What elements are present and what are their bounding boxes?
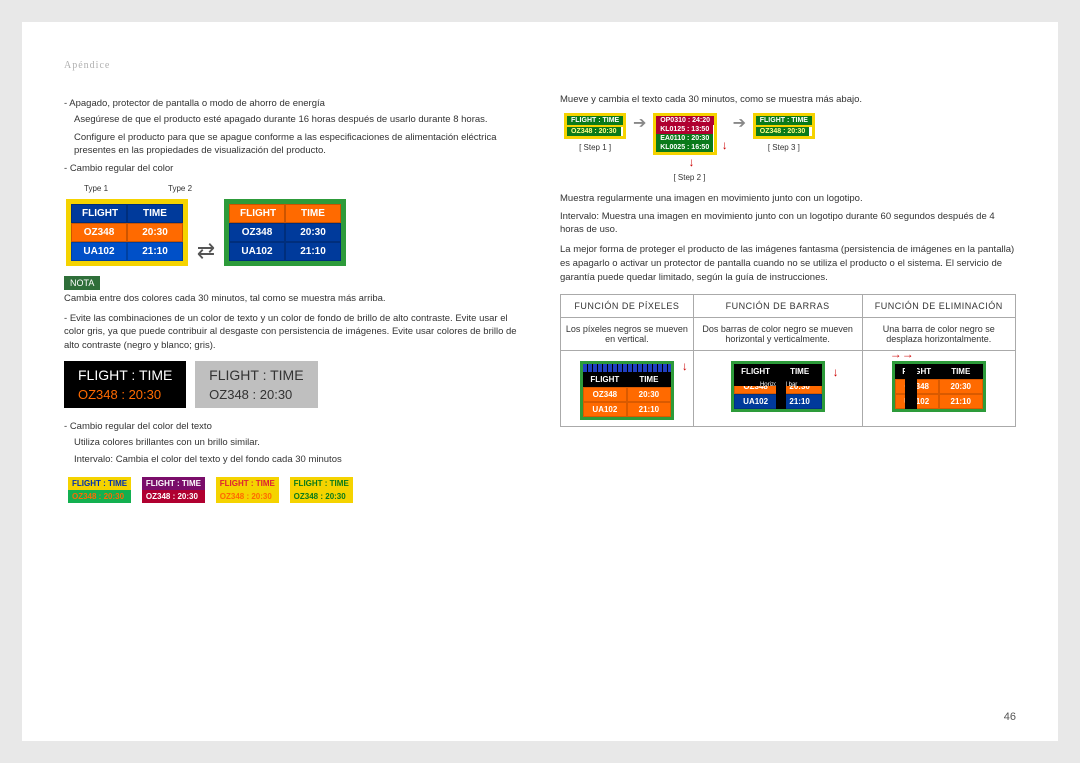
- mini-board-elim: FLIGHTTIME OZ34820:30 UA10221:10: [892, 361, 986, 412]
- mini-board-pixels: FLIGHTTIME OZ34820:30 UA10221:10: [580, 361, 674, 420]
- bullet-avoid-contrast: Evite las combinaciones de un color de t…: [64, 312, 520, 353]
- th-elim: FUNCIÓN DE ELIMINACIÓN: [862, 295, 1016, 318]
- best-protection: La mejor forma de proteger el producto d…: [560, 243, 1016, 284]
- step3: FLIGHT : TIME OZ348 : 20:30 [ Step 3 ]: [753, 113, 815, 152]
- bullet-color-change: Cambio regular del color: [64, 162, 520, 176]
- step1: FLIGHT : TIME OZ348 : 20:30 [ Step 1 ]: [564, 113, 626, 152]
- arrow-down-icon: ↓: [682, 359, 688, 373]
- small-sch-1: FLIGHT : TIME OZ348 : 20:30: [68, 477, 131, 503]
- example-grey: FLIGHT : TIME OZ348 : 20:30: [195, 361, 317, 408]
- bars-illustration: FLIGHTTIME Horizontal bar OZ34820:30 UA1…: [693, 351, 862, 427]
- left-column: Apagado, protector de pantalla o modo de…: [64, 93, 520, 507]
- td-elim: Una barra de color negro se desplaza hor…: [862, 318, 1016, 351]
- arrow-right-icon: →→: [890, 347, 914, 361]
- step2-board: OP0310 : 24:20 KL0125 : 13:50 EA0110 : 2…: [653, 113, 717, 155]
- elim-bar: [905, 364, 917, 409]
- sub-interval: Intervalo: Cambia el color del texto y d…: [74, 453, 520, 467]
- arrow-down-icon: ↓: [833, 365, 839, 379]
- page-number: 46: [1004, 711, 1016, 723]
- small-schedule-row: FLIGHT : TIME OZ348 : 20:30 FLIGHT : TIM…: [64, 473, 520, 507]
- sub-power-spec: Configure el producto para que se apague…: [74, 131, 520, 159]
- small-sch-3: FLIGHT : TIME OZ348 : 20:30: [216, 477, 279, 503]
- right-column: Mueve y cambia el texto cada 30 minutos,…: [560, 93, 1016, 507]
- section-heading: Apéndice: [64, 60, 1016, 71]
- example-black: FLIGHT : TIME OZ348 : 20:30: [64, 361, 186, 408]
- td-bars: Dos barras de color negro se mueven hori…: [693, 318, 862, 351]
- vertical-bar: [776, 364, 786, 409]
- step1-board: FLIGHT : TIME OZ348 : 20:30: [564, 113, 626, 139]
- small-sch-2: FLIGHT : TIME OZ348 : 20:30: [142, 477, 205, 503]
- step3-board: FLIGHT : TIME OZ348 : 20:30: [753, 113, 815, 139]
- step2: OP0310 : 24:20 KL0125 : 13:50 EA0110 : 2…: [653, 113, 726, 182]
- td-pixels: Los píxeles negros se mueven en vertical…: [561, 318, 694, 351]
- arrow-right-icon-2: ➔: [733, 115, 746, 132]
- schedule-compare: FLIGHTTIME OZ34820:30 UA10221:10 ⇄ FLIGH…: [64, 197, 520, 268]
- bullet-power-off: Apagado, protector de pantalla o modo de…: [64, 97, 520, 111]
- arrow-right-icon: ➔: [633, 115, 646, 132]
- th-pixels: FUNCIÓN DE PÍXELES: [561, 295, 694, 318]
- functions-table: FUNCIÓN DE PÍXELES FUNCIÓN DE BARRAS FUN…: [560, 294, 1016, 427]
- schedule-type2: FLIGHTTIME OZ34820:30 UA10221:10: [224, 199, 346, 266]
- bullet-text-color: Cambio regular del color del texto: [64, 420, 520, 434]
- elim-illustration: →→ FLIGHTTIME OZ34820:30 UA10221:10: [862, 351, 1016, 427]
- type-labels: Type 1 Type 2: [84, 184, 520, 193]
- two-column-layout: Apagado, protector de pantalla o modo de…: [64, 93, 1016, 507]
- manual-page: Apéndice Apagado, protector de pantalla …: [22, 22, 1058, 741]
- moving-image-interval: Intervalo: Muestra una imagen en movimie…: [560, 210, 1016, 238]
- contrast-examples: FLIGHT : TIME OZ348 : 20:30 FLIGHT : TIM…: [64, 355, 520, 410]
- moving-image-desc: Muestra regularmente una imagen en movim…: [560, 192, 1016, 206]
- nota-tag: NOTA: [64, 276, 100, 290]
- swap-arrow-icon: ⇄: [197, 238, 215, 264]
- nota-text: Cambia entre dos colores cada 30 minutos…: [64, 292, 520, 306]
- schedule-type1: FLIGHTTIME OZ34820:30 UA10221:10: [66, 199, 188, 266]
- type1-label: Type 1: [84, 184, 108, 193]
- sub-bright: Utiliza colores brillantes con un brillo…: [74, 436, 520, 450]
- th-bars: FUNCIÓN DE BARRAS: [693, 295, 862, 318]
- sub-16h: Asegúrese de que el producto esté apagad…: [74, 113, 520, 127]
- small-sch-4: FLIGHT : TIME OZ348 : 20:30: [290, 477, 353, 503]
- type2-label: Type 2: [168, 184, 192, 193]
- move-text-desc: Mueve y cambia el texto cada 30 minutos,…: [560, 93, 1016, 107]
- steps-row: FLIGHT : TIME OZ348 : 20:30 [ Step 1 ] ➔…: [560, 113, 1016, 182]
- pixels-illustration: FLIGHTTIME OZ34820:30 UA10221:10 ↓: [561, 351, 694, 427]
- mini-board-bars: FLIGHTTIME Horizontal bar OZ34820:30 UA1…: [731, 361, 825, 412]
